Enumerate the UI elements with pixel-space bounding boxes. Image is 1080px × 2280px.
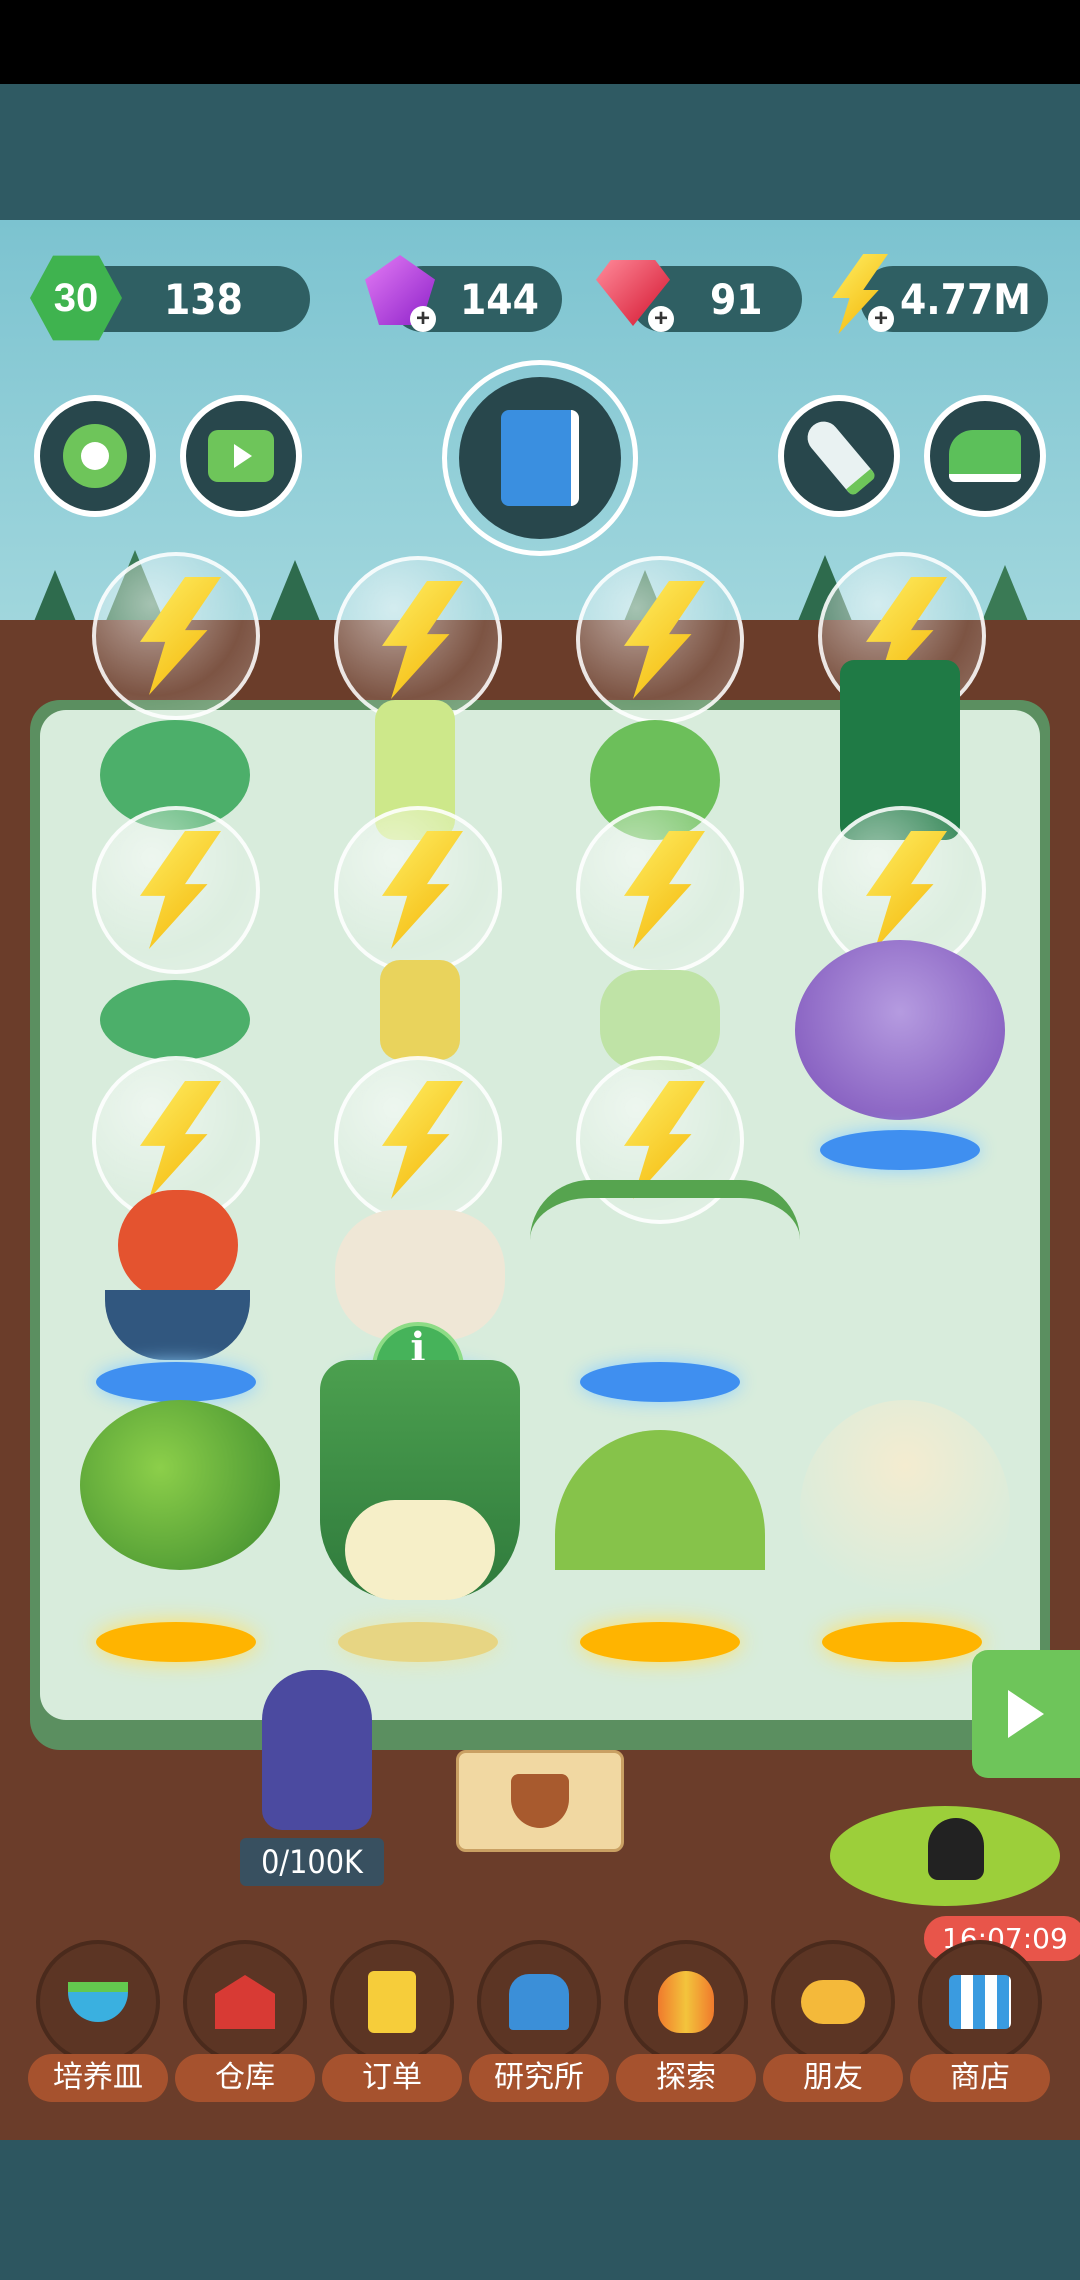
- nav-label-warehouse: 仓库: [175, 2054, 315, 2102]
- settings-button[interactable]: [34, 395, 156, 517]
- energy-bubble[interactable]: [576, 556, 744, 724]
- friends-icon: [771, 1940, 895, 2064]
- rocket-icon: [801, 415, 877, 497]
- nav-lab[interactable]: 研究所: [469, 1940, 609, 2108]
- nav-explore[interactable]: 探索: [616, 1940, 756, 2108]
- trophy-sign-button[interactable]: [456, 1750, 624, 1852]
- nav-orders[interactable]: 订单: [322, 1940, 462, 2108]
- video-ad-button[interactable]: [180, 395, 302, 517]
- guide-book-button[interactable]: [442, 360, 638, 556]
- nav-friends[interactable]: 朋友: [763, 1940, 903, 2108]
- energy-bolt-icon: [382, 581, 463, 699]
- plant-leafy-2[interactable]: [100, 980, 250, 1060]
- plant-candelabra[interactable]: [530, 1180, 800, 1378]
- plant-white-leaves[interactable]: [600, 970, 720, 1070]
- video-camera-icon: [208, 430, 274, 482]
- play-arrow-icon: [1008, 1690, 1044, 1738]
- gold-pedestal: [822, 1622, 982, 1662]
- coin-count: 138: [164, 274, 243, 324]
- gold-pedestal: [96, 1622, 256, 1662]
- plant-corn[interactable]: [380, 960, 460, 1060]
- plant-broccoli[interactable]: [80, 1400, 280, 1570]
- plant-cream-bulb[interactable]: [335, 1210, 505, 1340]
- sneaker-button[interactable]: [924, 395, 1046, 517]
- energy-bubble[interactable]: [334, 556, 502, 724]
- quest-progress-label: 0/100K: [240, 1838, 384, 1886]
- plant-dandelion[interactable]: [800, 1400, 1010, 1620]
- energy-bolt-icon: [382, 831, 463, 949]
- energy-bubble[interactable]: [576, 806, 744, 974]
- shop-icon: [918, 1940, 1042, 2064]
- sneaker-icon: [949, 430, 1021, 482]
- nav-label-lab: 研究所: [469, 2054, 609, 2102]
- energy-bolt-icon: [140, 1081, 221, 1199]
- energy-bolt-icon: [866, 831, 947, 949]
- maid-character[interactable]: [262, 1670, 372, 1830]
- ruby-count: 91: [710, 274, 763, 324]
- bottom-band: [0, 2140, 1080, 2280]
- guide-book-bg: [459, 377, 621, 539]
- petri-dish-icon: [36, 1940, 160, 2064]
- nav-shop[interactable]: 商店: [910, 1940, 1050, 2108]
- nav-label-orders: 订单: [322, 2054, 462, 2102]
- energy-bubble[interactable]: [334, 1056, 502, 1224]
- lab-icon: [477, 1940, 601, 2064]
- energy-bubble[interactable]: [92, 552, 260, 720]
- status-bar: [0, 0, 1080, 84]
- level-value: 30: [53, 275, 99, 320]
- nav-warehouse[interactable]: 仓库: [175, 1940, 315, 2108]
- nav-label-friends: 朋友: [763, 2054, 903, 2102]
- book-icon: [501, 410, 579, 506]
- energy-bubble[interactable]: [334, 806, 502, 974]
- plant-red-flower[interactable]: [118, 1190, 238, 1300]
- gear-icon: [63, 424, 127, 488]
- plant-purple-bloom[interactable]: [795, 940, 1005, 1120]
- trophy-icon: [511, 1774, 569, 1828]
- rocket-button[interactable]: [778, 395, 900, 517]
- nav-label-explore: 探索: [616, 2054, 756, 2102]
- scroll-icon: [330, 1940, 454, 2064]
- energy-bolt-icon: [624, 581, 705, 699]
- energy-bolt-icon: [382, 1081, 463, 1199]
- energy-bolt-icon: [140, 831, 221, 949]
- gold-pedestal: [580, 1622, 740, 1662]
- blue-pedestal: [96, 1362, 256, 1402]
- shadow-creature[interactable]: [928, 1818, 984, 1880]
- add-energy-icon[interactable]: +: [868, 306, 894, 332]
- nav-petri-dish[interactable]: 培养皿: [28, 1940, 168, 2108]
- next-garden-button[interactable]: [972, 1650, 1080, 1778]
- nav-label-petri-dish: 培养皿: [28, 2054, 168, 2102]
- energy-count: 4.77M: [900, 274, 1031, 324]
- energy-bolt-icon: [624, 831, 705, 949]
- balloon-icon: [624, 1940, 748, 2064]
- barn-icon: [183, 1940, 307, 2064]
- gold-pedestal: [338, 1622, 498, 1662]
- blue-pedestal: [820, 1130, 980, 1170]
- add-ruby-icon[interactable]: +: [648, 306, 674, 332]
- gem-count: 144: [460, 274, 539, 324]
- blue-pedestal: [580, 1362, 740, 1402]
- energy-bubble[interactable]: [92, 806, 260, 974]
- add-gem-icon[interactable]: +: [410, 306, 436, 332]
- radish-bulb: [345, 1500, 495, 1600]
- nav-label-shop: 商店: [910, 2054, 1050, 2102]
- header-band: [0, 84, 1080, 220]
- energy-bolt-icon: [140, 577, 221, 695]
